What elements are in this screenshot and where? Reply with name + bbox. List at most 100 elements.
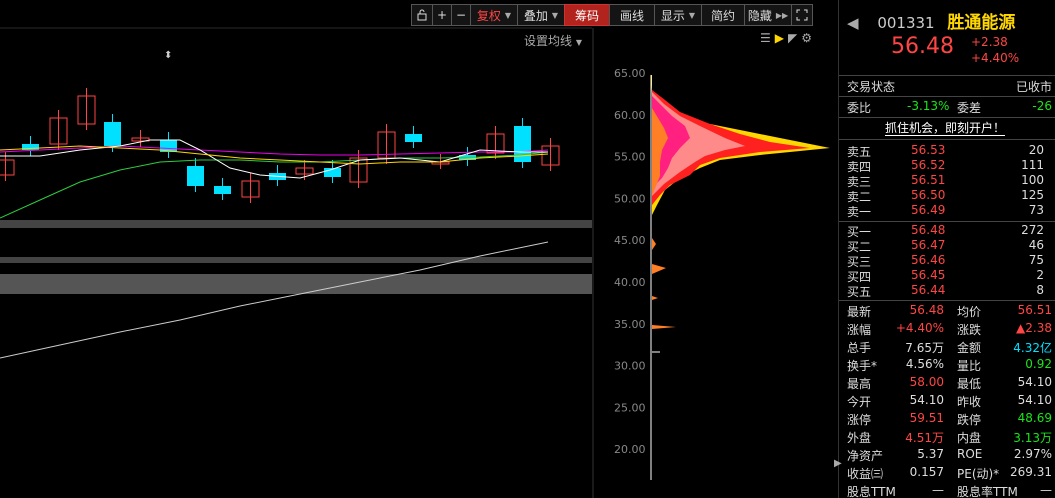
divider <box>839 117 1055 118</box>
collapse-arrow-icon[interactable]: ▶ <box>834 458 842 469</box>
quote-panel: ◀ 001331 胜通能源 56.48 +2.38 +4.40% 交易状态 已收… <box>838 0 1055 498</box>
price-axis-label: 25.00 <box>614 401 646 414</box>
stat-row: 最新 56.48 均价 56.51 <box>847 303 1052 321</box>
plus-icon[interactable]: + <box>432 4 452 26</box>
gray-band <box>0 220 592 228</box>
ma-settings-link[interactable]: 设置均线 ▼ <box>524 32 582 49</box>
stat-label: 内盘 <box>957 431 982 445</box>
ma-line-pink <box>0 145 549 156</box>
divider <box>839 75 1055 76</box>
stat-label: 收益㈢ <box>847 467 884 481</box>
gear-icon[interactable]: ⚙ <box>801 31 812 45</box>
stat-row: 涨停 59.51 跌停 48.69 <box>847 411 1052 429</box>
lock-icon[interactable] <box>411 4 433 26</box>
stat-label: 涨跌 <box>957 323 982 337</box>
stat-label: 最低 <box>957 377 982 391</box>
book-price: 56.53 <box>911 143 946 157</box>
stat-value: +4.40% <box>895 321 944 335</box>
book-price: 56.47 <box>911 238 946 252</box>
book-volume: 125 <box>1021 188 1044 202</box>
price-axis-label: 50.00 <box>614 192 646 205</box>
fuquan-button[interactable]: 复权 ▼ <box>470 4 518 26</box>
divider <box>839 96 1055 97</box>
resize-handle-icon[interactable]: ⬍ <box>164 50 172 61</box>
yincang-button[interactable]: 隐藏 ▶▶ <box>744 4 792 26</box>
stat-label: PE(动)* <box>957 467 1000 481</box>
flag-icon[interactable]: ▶ <box>775 31 784 45</box>
open-account-banner[interactable]: 抓住机会，即刻开户！ <box>885 121 1006 136</box>
stat-value: — <box>932 483 944 497</box>
stat-value: 269.31 <box>1010 465 1052 479</box>
divider <box>839 221 1055 222</box>
book-row[interactable]: 卖一 56.49 73 <box>847 203 1052 221</box>
stat-label: 涨停 <box>847 413 872 427</box>
stat-value: 5.37 <box>917 447 944 461</box>
stat-label: 金额 <box>957 341 982 355</box>
stat-row: 股息TTM — 股息率TTM — <box>847 483 1052 498</box>
candles-group <box>0 88 560 203</box>
stat-label: 涨幅 <box>847 323 872 337</box>
book-label: 卖一 <box>847 205 872 219</box>
stock-name: 胜通能源 <box>947 13 1016 33</box>
price-axis-label: 60.00 <box>614 109 646 122</box>
lines-icon[interactable]: ☰ <box>760 31 771 45</box>
back-arrow-icon[interactable]: ◀ <box>847 14 859 32</box>
kline-chart-area[interactable]: 65.00 60.00 55.00 50.00 45.00 40.00 35.00 30.00… <box>0 0 838 498</box>
huaxian-button[interactable]: 画线 <box>609 4 655 26</box>
candle <box>0 159 15 176</box>
chouma-button[interactable]: 筹码 <box>564 4 610 26</box>
stat-row: 净资产 5.37 ROE 2.97% <box>847 447 1052 465</box>
book-volume: 46 <box>1028 238 1044 252</box>
stat-value: 2.97% <box>1013 447 1052 461</box>
stock-code: 001331 <box>877 14 935 32</box>
stat-value: 7.65万 <box>905 341 944 355</box>
status-row: 交易状态 已收市 <box>847 80 1052 94</box>
stat-value: 4.56% <box>905 357 944 371</box>
weibi-row: 委比 -3.13% 委差 -26 <box>847 99 1052 115</box>
chart-toolbar: + − 复权 ▼ 叠加 ▼ 筹码 画线 显示 ▼ 简约 隐藏 ▶▶ <box>411 4 813 26</box>
divider <box>839 300 1055 301</box>
stat-value: 56.51 <box>1017 303 1052 317</box>
book-volume: 100 <box>1021 173 1044 187</box>
stat-value: 54.10 <box>1017 375 1052 389</box>
stat-label: 换手* <box>847 359 878 373</box>
stat-label: 股息TTM <box>847 485 896 498</box>
book-volume: 111 <box>1021 158 1044 172</box>
price-axis-label: 65.00 <box>614 67 646 80</box>
minus-icon[interactable]: − <box>451 4 471 26</box>
stat-row: 涨幅 +4.40% 涨跌 ▲2.38 <box>847 321 1052 339</box>
book-price: 56.50 <box>911 188 946 202</box>
book-volume: 8 <box>1036 283 1044 297</box>
stat-value: 48.69 <box>1017 411 1052 425</box>
stat-label: 跌停 <box>957 413 982 427</box>
book-price: 56.45 <box>911 268 946 282</box>
stat-row: 最高 58.00 最低 54.10 <box>847 375 1052 393</box>
price-axis-label: 55.00 <box>614 151 646 164</box>
cursor-icon[interactable]: ◤ <box>788 31 797 45</box>
xianshi-button[interactable]: 显示 ▼ <box>654 4 702 26</box>
stat-value: 54.10 <box>1017 393 1052 407</box>
book-price: 56.46 <box>911 253 946 267</box>
stat-value: ▲2.38 <box>1016 321 1052 335</box>
expand-icon[interactable] <box>791 4 813 26</box>
diejia-button[interactable]: 叠加 ▼ <box>517 4 565 26</box>
book-volume: 73 <box>1028 203 1044 217</box>
stat-value: 59.51 <box>909 411 944 425</box>
book-price: 56.49 <box>911 203 946 217</box>
book-volume: 75 <box>1028 253 1044 267</box>
stat-label: ROE <box>957 447 983 461</box>
book-row[interactable]: 买五 56.44 8 <box>847 283 1052 301</box>
price-axis-label: 35.00 <box>614 318 646 331</box>
book-label: 买五 <box>847 285 872 299</box>
price-axis: 65.00 60.00 55.00 50.00 45.00 40.00 35.00 30.00… <box>614 67 646 456</box>
stat-value: 4.51万 <box>905 431 944 445</box>
stat-row: 收益㈢ 0.157 PE(动)* 269.31 <box>847 465 1052 483</box>
stat-label: 均价 <box>957 305 982 319</box>
stat-value: 0.92 <box>1025 357 1052 371</box>
jianyue-button[interactable]: 简约 <box>701 4 745 26</box>
gray-band <box>0 274 592 294</box>
stat-row: 换手* 4.56% 量比 0.92 <box>847 357 1052 375</box>
stat-row: 今开 54.10 昨收 54.10 <box>847 393 1052 411</box>
stat-value: 3.13万 <box>1013 431 1052 445</box>
stat-label: 净资产 <box>847 449 884 463</box>
